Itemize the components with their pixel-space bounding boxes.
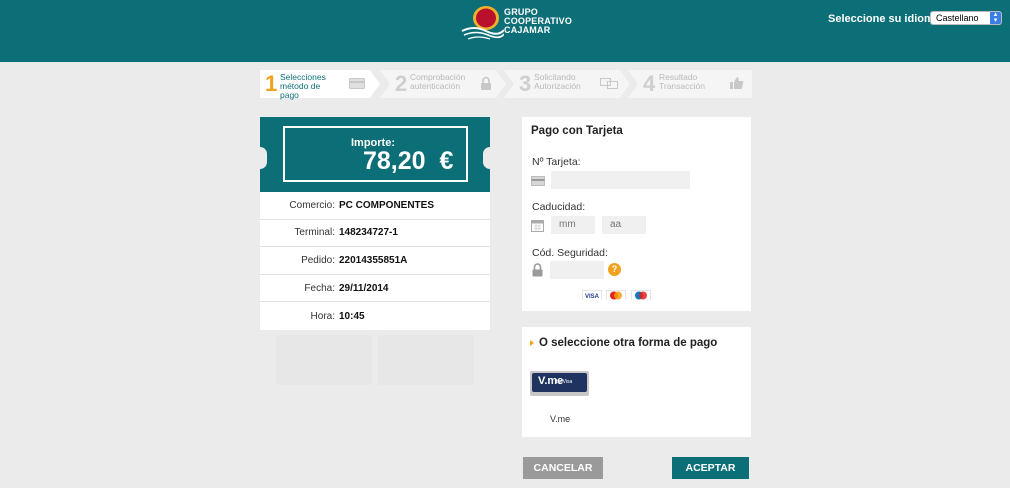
transfer-icon — [600, 78, 618, 89]
step-1-number: 1 — [265, 71, 278, 96]
detail-key: Hora: — [310, 310, 335, 322]
card-payment-form: Pago con Tarjeta Nº Tarjeta: Caducidad: … — [522, 117, 751, 311]
security-code-input[interactable] — [550, 261, 604, 279]
card-form-title: Pago con Tarjeta — [531, 125, 623, 137]
card-number-input[interactable] — [551, 171, 690, 189]
step-3-label: Solicitando Autorización — [534, 73, 581, 91]
detail-key: Pedido: — [301, 254, 335, 266]
language-label: Seleccione su idioma — [828, 13, 940, 25]
step-label-line: pago — [280, 90, 299, 100]
ticket-notch — [253, 147, 267, 169]
detail-row-terminal: Terminal: 148234727-1 — [260, 220, 490, 248]
step-1-label: Selecciones método de pago — [280, 73, 326, 100]
card-icon — [531, 176, 545, 186]
amount-value: 78,20 € — [363, 147, 454, 175]
language-selected-value: Castellano — [936, 13, 979, 23]
step-3: 3 Solicitando Autorización — [504, 70, 632, 98]
card-icon — [349, 78, 365, 89]
step-2-label: Comprobación autenticación — [410, 73, 465, 91]
maestro-logo-icon — [631, 290, 651, 300]
detail-row-order: Pedido: 22014355851A — [260, 247, 490, 275]
amount-ticket: Importe: 78,20 € — [253, 117, 497, 192]
detail-row-date: Fecha: 29/11/2014 — [260, 275, 490, 303]
step-4-label: Resultado Transacción — [659, 73, 705, 91]
expiry-month-input[interactable] — [551, 216, 595, 234]
detail-key: Fecha: — [304, 282, 335, 294]
detail-row-time: Hora: 10:45 — [260, 302, 490, 330]
vme-logo-icon: V.me by Visa — [532, 373, 587, 392]
step-label-line: Transacción — [659, 81, 705, 91]
language-select[interactable]: Castellano ▴ ▾ — [930, 11, 1002, 25]
header-bar: GRUPO COOPERATIVO CAJAMAR Seleccione su … — [0, 0, 1010, 62]
logo-text: GRUPO COOPERATIVO CAJAMAR — [504, 8, 572, 35]
step-2: 2 Comprobación autenticación — [380, 70, 508, 98]
calendar-icon — [531, 220, 544, 232]
step-label-line: autenticación — [410, 81, 461, 91]
security-code-label: Cód. Seguridad: — [532, 247, 608, 259]
step-4: 4 Resultado Transacción — [628, 70, 752, 98]
card-number-label: Nº Tarjeta: — [532, 156, 581, 168]
step-label-line: Autorización — [534, 81, 581, 91]
visa-logo-text: VISA — [585, 294, 600, 300]
accept-button[interactable]: ACEPTAR — [672, 457, 749, 479]
logo-line: CAJAMAR — [504, 25, 551, 35]
vme-option-button[interactable]: V.me by Visa — [530, 371, 589, 396]
ticket-notch — [483, 147, 497, 169]
step-1: 1 Selecciones método de pago — [260, 70, 382, 100]
help-icon[interactable]: ? — [608, 263, 621, 276]
detail-value: 10:45 — [339, 310, 365, 322]
step-4-number: 4 — [643, 71, 656, 96]
detail-row-merchant: Comercio: PC COMPONENTES — [260, 192, 490, 220]
vme-option-label: V.me — [550, 414, 571, 424]
expiry-label: Caducidad: — [532, 201, 586, 213]
visa-logo-icon: VISA — [582, 290, 602, 300]
cancel-button[interactable]: CANCELAR — [523, 457, 603, 479]
payment-summary: Importe: 78,20 € Comercio: PC COMPONENTE… — [253, 117, 497, 330]
step-2-number: 2 — [395, 71, 408, 96]
select-arrows-icon: ▴ ▾ — [990, 11, 1001, 24]
mastercard-logo-icon — [606, 290, 626, 300]
alternative-payment: O seleccione otra forma de pago V.me by … — [522, 327, 751, 437]
detail-value: 148234727-1 — [339, 227, 398, 239]
alt-payment-title: O seleccione otra forma de pago — [539, 337, 718, 349]
lock-icon — [532, 263, 543, 277]
expiry-year-input[interactable] — [602, 216, 646, 234]
vme-logo-subtext: by Visa — [556, 379, 573, 385]
order-details: Comercio: PC COMPONENTES Terminal: 14823… — [260, 192, 490, 330]
lock-icon — [481, 76, 491, 90]
detail-value: 29/11/2014 — [339, 282, 389, 294]
logo-emblem-icon — [461, 6, 504, 40]
detail-key: Comercio: — [289, 199, 335, 211]
detail-value: 22014355851A — [339, 254, 408, 266]
thumbs-up-icon — [730, 77, 744, 89]
cajamar-logo: GRUPO COOPERATIVO CAJAMAR — [460, 3, 572, 43]
amount-box: Importe: 78,20 € — [283, 126, 468, 182]
shadow-decoration — [276, 335, 372, 385]
shadow-decoration — [378, 335, 474, 385]
detail-key: Terminal: — [294, 227, 335, 239]
progress-steps: 1 Selecciones método de pago 2 Comprobac… — [260, 70, 752, 100]
step-3-number: 3 — [519, 71, 532, 96]
detail-value: PC COMPONENTES — [339, 199, 435, 211]
chevron-right-icon — [530, 340, 534, 346]
